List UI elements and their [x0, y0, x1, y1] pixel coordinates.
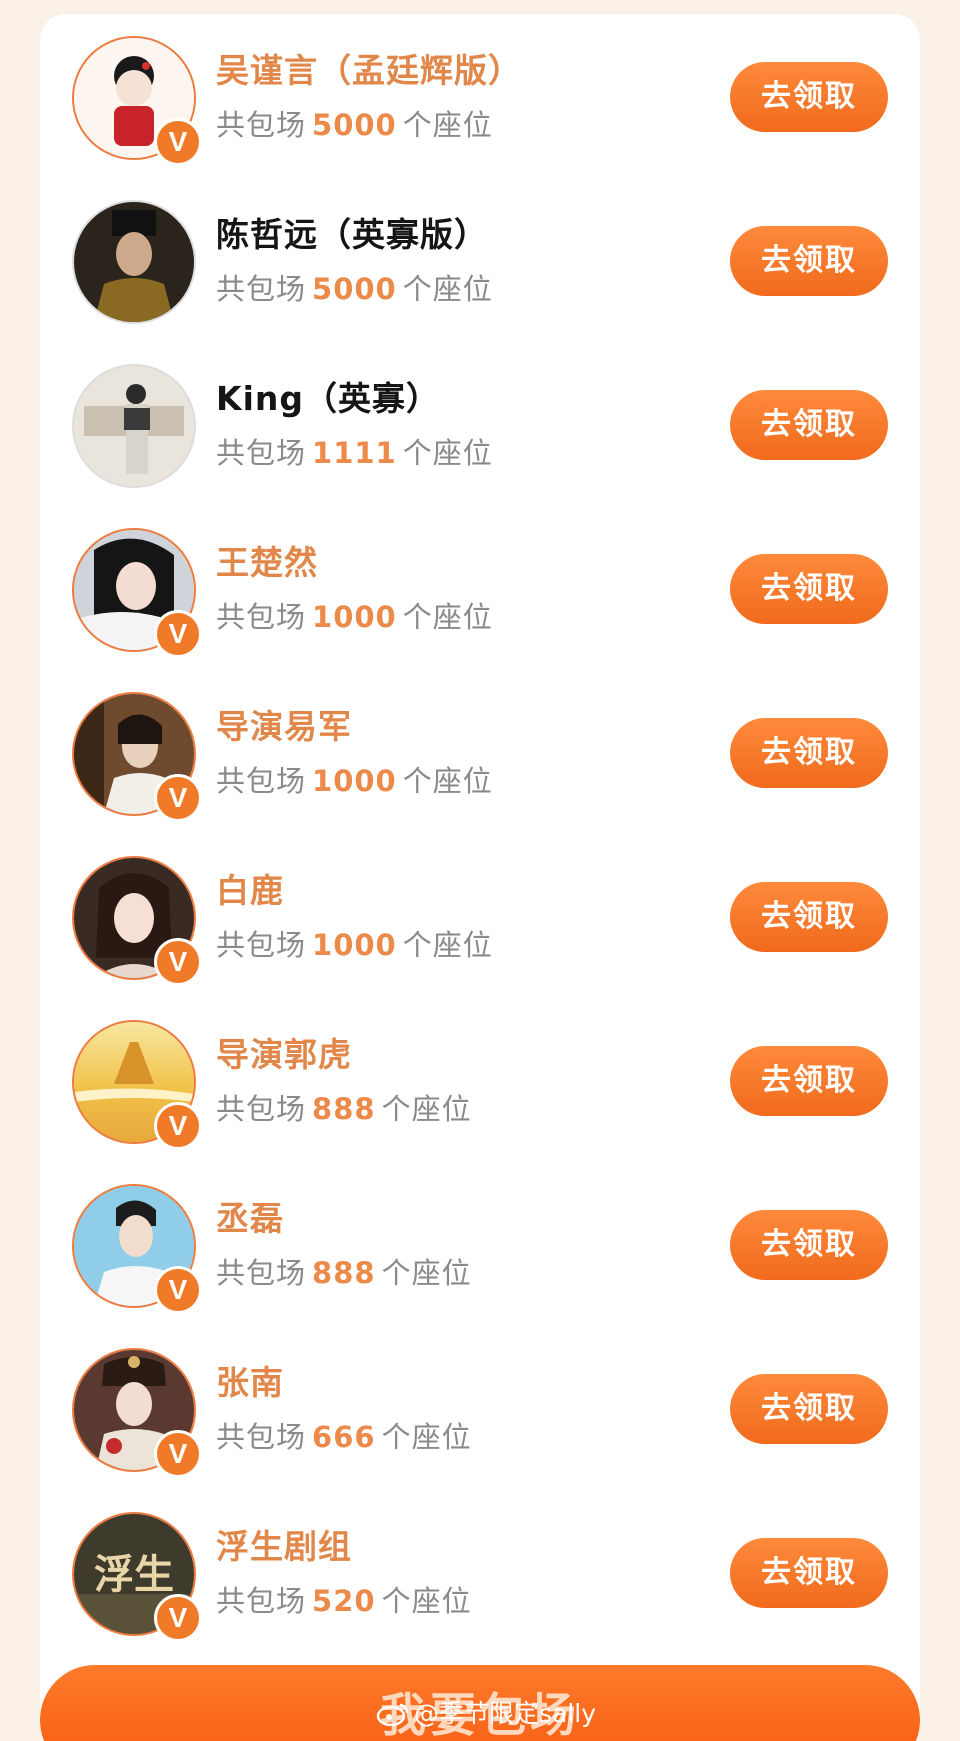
seat-suffix: 个座位 [381, 1256, 472, 1290]
seat-number: 1000 [312, 764, 397, 798]
avatar-container[interactable] [72, 200, 196, 324]
verified-v-icon: V [154, 118, 202, 166]
seat-number: 888 [312, 1256, 376, 1290]
seat-prefix: 共包场 [216, 600, 307, 634]
seat-suffix: 个座位 [381, 1092, 472, 1126]
seat-count-text: 共包场 888 个座位 [216, 1250, 472, 1292]
claim-button[interactable]: 去领取 [730, 554, 888, 624]
seat-suffix: 个座位 [402, 600, 493, 634]
user-name: 白鹿 [216, 871, 284, 910]
seat-prefix: 共包场 [216, 1256, 307, 1290]
list-item: V 丞磊 共包场 888 个座位 去领取 [40, 1162, 920, 1326]
user-name: 张南 [216, 1363, 284, 1402]
user-name: 浮生剧组 [216, 1527, 352, 1566]
seat-suffix: 个座位 [381, 1584, 472, 1618]
claim-button[interactable]: 去领取 [730, 1374, 888, 1444]
avatar-container[interactable]: V [72, 856, 202, 986]
seat-suffix: 个座位 [402, 928, 493, 962]
user-name: 导演易军 [216, 707, 352, 746]
verified-v-icon: V [154, 938, 202, 986]
avatar-container[interactable]: V [72, 36, 202, 166]
seat-count-text: 共包场 5000 个座位 [216, 102, 493, 144]
avatar [72, 200, 196, 324]
seat-count-text: 共包场 5000 个座位 [216, 266, 493, 308]
seat-prefix: 共包场 [216, 764, 307, 798]
list-item: V 导演易军 共包场 1000 个座位 去领取 [40, 670, 920, 834]
claim-button[interactable]: 去领取 [730, 390, 888, 460]
weibo-icon [376, 1703, 409, 1726]
list-item: 浮生 V 浮生剧组 共包场 520 个座位 去领取 [40, 1490, 920, 1654]
claim-button[interactable]: 去领取 [730, 62, 888, 132]
list-item: V 吴谨言（孟廷辉版） 共包场 5000 个座位 去领取 [40, 14, 920, 178]
seat-number: 1111 [312, 436, 397, 470]
user-name: 导演郭虎 [216, 1035, 352, 1074]
list-item: King（英寡） 共包场 1111 个座位 去领取 [40, 342, 920, 506]
verified-v-icon: V [154, 1102, 202, 1150]
seat-number: 666 [312, 1420, 376, 1454]
watermark-text: @季节限定sally [414, 1699, 597, 1728]
list-item: V 白鹿 共包场 1000 个座位 去领取 [40, 834, 920, 998]
seat-number: 520 [312, 1584, 376, 1618]
claim-button[interactable]: 去领取 [730, 1046, 888, 1116]
avatar-container[interactable]: V [72, 528, 202, 658]
seat-number: 1000 [312, 928, 397, 962]
seat-number: 5000 [312, 272, 397, 306]
avatar-container[interactable]: V [72, 1184, 202, 1314]
claim-button[interactable]: 去领取 [730, 1538, 888, 1608]
verified-v-icon: V [154, 1266, 202, 1314]
claim-button[interactable]: 去领取 [730, 718, 888, 788]
seat-suffix: 个座位 [402, 108, 493, 142]
seat-number: 888 [312, 1092, 376, 1126]
list-item: V 王楚然 共包场 1000 个座位 去领取 [40, 506, 920, 670]
avatar-title-text: 浮生 [94, 1551, 174, 1598]
avatar [72, 364, 196, 488]
seat-prefix: 共包场 [216, 1584, 307, 1618]
seat-count-text: 共包场 1111 个座位 [216, 430, 493, 472]
user-name: 丞磊 [216, 1199, 284, 1238]
seat-number: 1000 [312, 600, 397, 634]
verified-v-icon: V [154, 774, 202, 822]
verified-v-icon: V [154, 1594, 202, 1642]
seat-prefix: 共包场 [216, 108, 307, 142]
seat-number: 5000 [312, 108, 397, 142]
avatar-container[interactable]: V [72, 1348, 202, 1478]
seat-count-text: 共包场 520 个座位 [216, 1578, 472, 1620]
verified-v-icon: V [154, 1430, 202, 1478]
seat-suffix: 个座位 [402, 436, 493, 470]
user-name: 王楚然 [216, 543, 318, 582]
seat-count-text: 共包场 1000 个座位 [216, 758, 493, 800]
user-name: 吴谨言（孟廷辉版） [216, 51, 522, 90]
user-name: King（英寡） [216, 379, 440, 418]
seat-count-text: 共包场 666 个座位 [216, 1414, 472, 1456]
claim-button[interactable]: 去领取 [730, 226, 888, 296]
claim-button[interactable]: 去领取 [730, 882, 888, 952]
user-name: 陈哲远（英寡版） [216, 215, 488, 254]
page: V 吴谨言（孟廷辉版） 共包场 5000 个座位 去领取 陈哲远（英寡版） 共包场 5… [0, 0, 960, 1741]
claim-button[interactable]: 去领取 [730, 1210, 888, 1280]
list-item: 陈哲远（英寡版） 共包场 5000 个座位 去领取 [40, 178, 920, 342]
ticket-list-card: V 吴谨言（孟廷辉版） 共包场 5000 个座位 去领取 陈哲远（英寡版） 共包场 5… [40, 14, 920, 1741]
seat-prefix: 共包场 [216, 1420, 307, 1454]
list-item: V 导演郭虎 共包场 888 个座位 去领取 [40, 998, 920, 1162]
seat-prefix: 共包场 [216, 928, 307, 962]
verified-v-icon: V [154, 610, 202, 658]
seat-prefix: 共包场 [216, 436, 307, 470]
avatar-container[interactable]: V [72, 692, 202, 822]
seat-suffix: 个座位 [381, 1420, 472, 1454]
seat-suffix: 个座位 [402, 764, 493, 798]
seat-count-text: 共包场 1000 个座位 [216, 922, 493, 964]
avatar-container[interactable]: V [72, 1020, 202, 1150]
seat-count-text: 共包场 888 个座位 [216, 1086, 472, 1128]
list-item: V 张南 共包场 666 个座位 去领取 [40, 1326, 920, 1490]
avatar-container[interactable]: 浮生 V [72, 1512, 202, 1642]
seat-prefix: 共包场 [216, 272, 307, 306]
seat-suffix: 个座位 [402, 272, 493, 306]
watermark: @季节限定sally [376, 1694, 596, 1730]
seat-prefix: 共包场 [216, 1092, 307, 1126]
avatar-container[interactable] [72, 364, 196, 488]
seat-count-text: 共包场 1000 个座位 [216, 594, 493, 636]
